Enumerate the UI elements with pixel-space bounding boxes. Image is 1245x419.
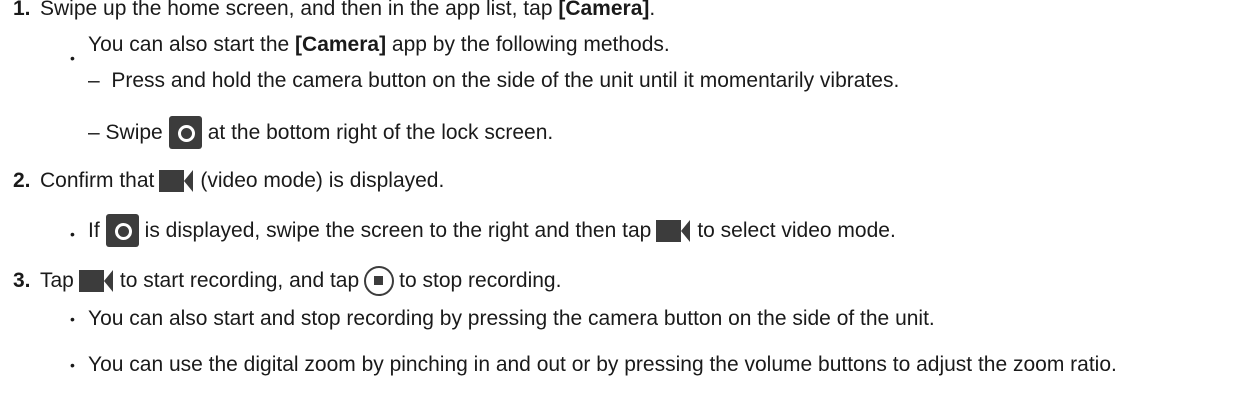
video-camera-icon [656,219,692,242]
step-text: Confirm that (video mode) is displayed. [40,168,444,194]
dash-text-part: Press and hold the camera button on the … [111,69,900,92]
app-name: [Camera] [295,33,387,56]
bullet-marker: • [70,311,75,327]
bullet-text: You can use the digital zoom by pinching… [88,353,1117,376]
bullet-text-part: is displayed, swipe the screen to the ri… [144,218,652,242]
step-text-part: Confirm that [40,169,155,192]
step-number: 1. [13,0,31,20]
bullet-text: If is displayed, swipe the screen to the… [88,214,896,247]
dash-text: – Swipe at the bottom right of the lock … [88,116,553,149]
dash-text-part: at the bottom right of the lock screen. [207,120,554,144]
stop-record-icon [364,266,395,296]
step-text: Swipe up the home screen, and then in th… [40,0,655,22]
step-text-part: to stop recording. [399,269,562,292]
bullet-text: You can also start the [Camera] app by t… [88,32,670,58]
bullet-text: You can also start and stop recording by… [88,307,935,330]
bullet-marker: • [70,357,75,373]
bullet-marker: • [70,50,75,66]
step-number: 3. [13,269,31,292]
step-text-part: . [649,0,656,20]
step-text-part: Swipe up the home screen, and then in th… [40,0,559,20]
step-text-part: (video mode) is displayed. [200,169,445,192]
bullet-marker: • [70,226,75,242]
dash-text-part: Swipe [105,120,163,144]
app-name: [Camera] [558,0,650,20]
video-camera-icon [159,170,195,192]
dash-marker: – [88,69,100,92]
camera-shutter-icon [168,116,202,149]
bullet-text-part: to select video mode. [697,218,896,242]
step-text: Tap to start recording, and tap to stop … [40,266,561,296]
bullet-text-part: If [88,218,100,242]
step-number: 2. [13,169,31,192]
video-camera-icon [78,270,115,292]
step-text-part: Tap [40,269,74,292]
camera-shutter-icon [105,214,139,247]
bullet-text-part: You can also start the [88,33,296,56]
dash-marker: – [88,120,100,144]
dash-text: – Press and hold the camera button on th… [88,68,899,94]
bullet-text-part: app by the following methods. [386,33,670,56]
step-text-part: to start recording, and tap [119,269,360,292]
